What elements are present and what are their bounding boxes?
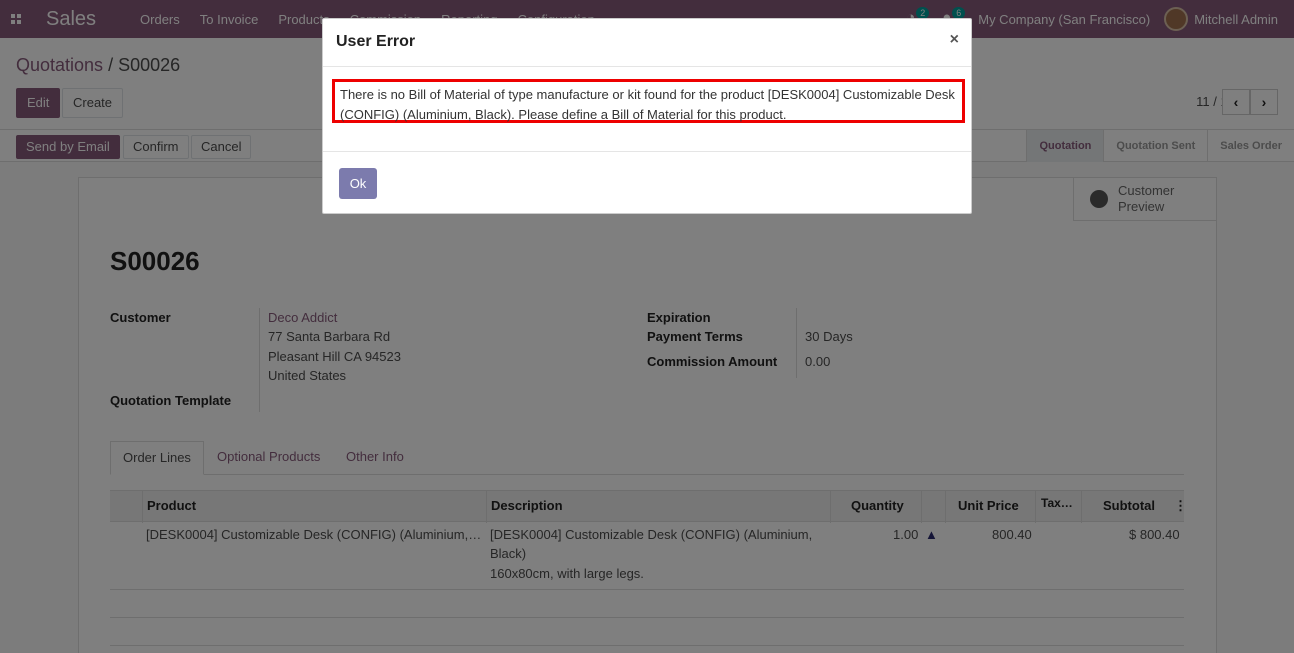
dialog-title: User Error <box>336 33 416 50</box>
dialog-body: There is no Bill of Material of type man… <box>323 67 971 151</box>
dialog-header: User Error × <box>323 19 971 67</box>
close-icon[interactable]: × <box>950 31 959 49</box>
dialog-footer: Ok <box>323 151 971 213</box>
user-error-dialog: User Error × There is no Bill of Materia… <box>322 18 972 214</box>
error-message: There is no Bill of Material of type man… <box>332 79 965 123</box>
ok-button[interactable]: Ok <box>339 168 377 199</box>
